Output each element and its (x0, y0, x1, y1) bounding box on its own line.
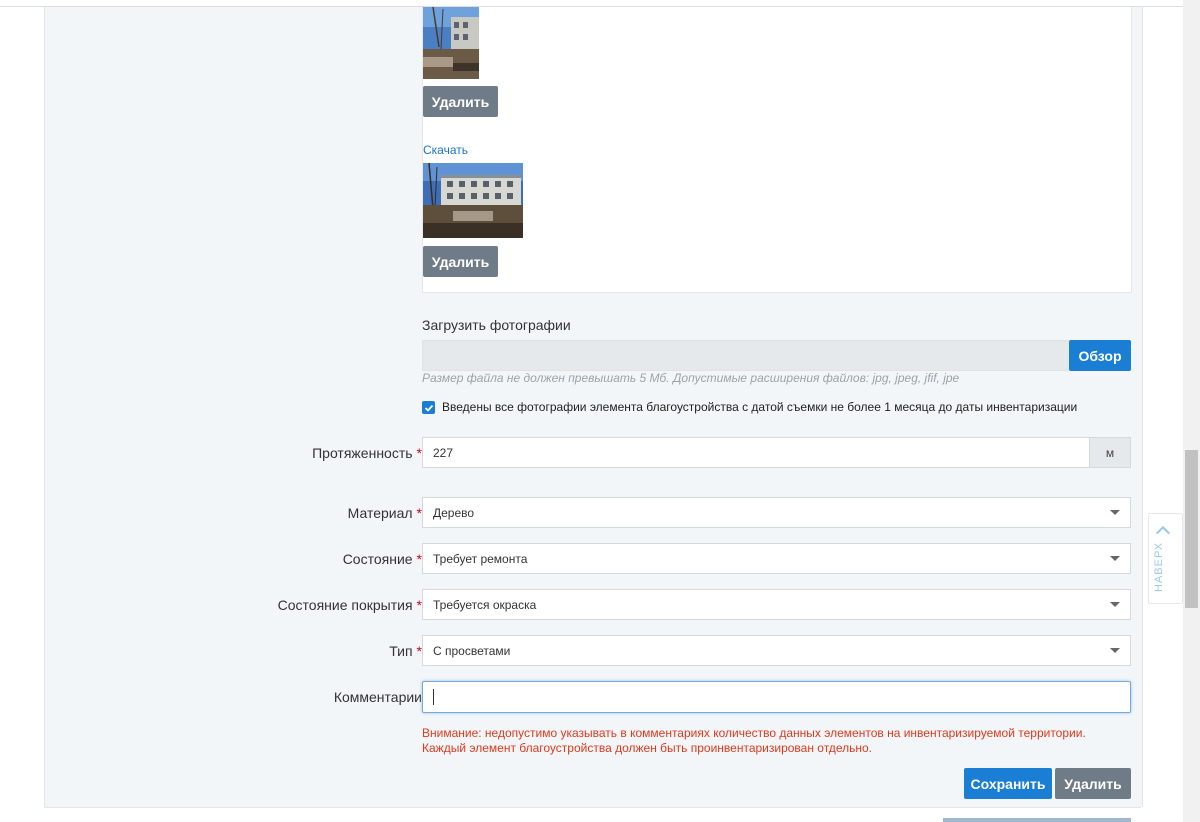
panel-bottom-border (44, 807, 1141, 808)
length-unit: м (1089, 437, 1131, 468)
photos-confirm-checkbox[interactable] (422, 401, 435, 414)
material-label: Материал * (347, 505, 422, 521)
next-section-image-edge (943, 818, 1131, 822)
chevron-down-icon (1110, 556, 1120, 561)
length-value: 227 (433, 445, 454, 460)
material-select[interactable]: Дерево (422, 497, 1131, 528)
condition-label: Состояние * (342, 551, 422, 567)
length-input[interactable]: 227 (422, 437, 1090, 468)
chevron-down-icon (1110, 648, 1120, 653)
photos-confirm-label[interactable]: Введены все фотографии элемента благоуст… (442, 400, 1077, 414)
upload-hint: Размер файла не должен превышать 5 Мб. Д… (422, 371, 960, 385)
comments-warning: Внимание: недопустимо указывать в коммен… (422, 726, 1086, 755)
chevron-down-icon (1110, 510, 1120, 515)
browse-button[interactable]: Обзор (1069, 340, 1131, 371)
coating-select[interactable]: Требуется окраска (422, 589, 1131, 620)
back-to-top-label: НАВЕРХ (1153, 541, 1165, 592)
file-path-field[interactable] (422, 340, 1069, 371)
delete-photo-2-button[interactable]: Удалить (423, 246, 498, 277)
length-label: Протяженность * (312, 445, 422, 461)
coating-label: Состояние покрытия * (277, 597, 422, 613)
comments-label: Комментарии (333, 689, 422, 705)
type-label: Тип * (389, 643, 422, 659)
checkmark-icon (424, 404, 433, 412)
delete-photo-1-button[interactable]: Удалить (423, 86, 498, 117)
delete-button[interactable]: Удалить (1055, 768, 1131, 799)
download-link[interactable]: Скачать (423, 143, 468, 157)
condition-select[interactable]: Требует ремонта (422, 543, 1131, 574)
building-photo-2[interactable] (423, 163, 523, 238)
photo-gallery (422, 7, 1132, 293)
back-to-top-button[interactable]: НАВЕРХ (1148, 513, 1183, 604)
condition-value: Требует ремонта (433, 551, 528, 566)
save-button[interactable]: Сохранить (964, 768, 1052, 799)
chevron-down-icon (1110, 602, 1120, 607)
text-cursor (433, 689, 434, 705)
type-select[interactable]: С просветами (422, 635, 1131, 666)
material-value: Дерево (433, 505, 475, 520)
scrollbar-thumb[interactable] (1185, 450, 1198, 608)
top-divider (0, 0, 1200, 7)
building-photo-1[interactable] (423, 7, 479, 79)
page-scrollbar[interactable] (1183, 0, 1200, 822)
chevron-up-icon (1155, 525, 1171, 541)
coating-value: Требуется окраска (433, 597, 537, 612)
type-value: С просветами (433, 643, 511, 658)
upload-photos-label: Загрузить фотографии (422, 317, 571, 333)
comments-input[interactable] (422, 681, 1131, 713)
